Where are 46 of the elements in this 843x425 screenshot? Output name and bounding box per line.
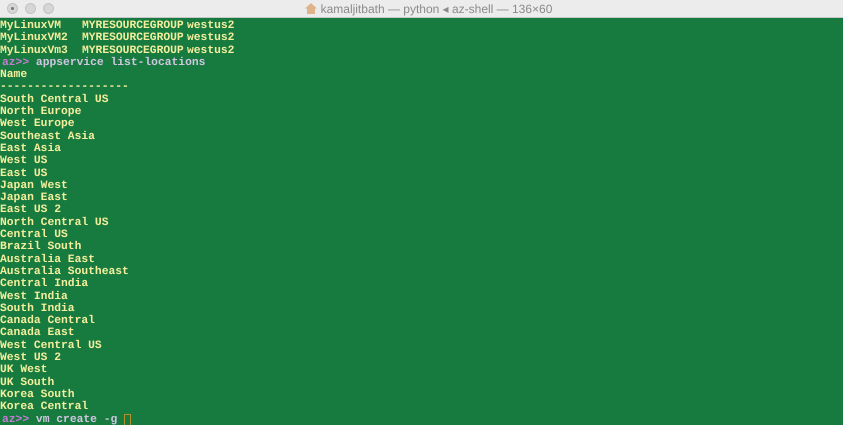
output-text: South India — [0, 302, 75, 315]
output-text: South Central US — [0, 94, 108, 106]
output-text: Korea Central — [0, 401, 88, 414]
table-cell-text: MyLinuxVm3 — [0, 44, 68, 57]
output-text: Canada East — [0, 327, 75, 340]
command-text: appservice list-locations — [36, 56, 206, 70]
table-cell: westus2 — [187, 44, 234, 57]
output-text: UK West — [0, 364, 48, 376]
output-text: Brazil South — [0, 241, 82, 254]
output-text: Southeast Asia — [0, 130, 95, 143]
window-title: kamaljitbath — python ◂ az-shell — 136×60 — [320, 0, 552, 18]
table-cell-text: MYRESOURCEGROUP — [82, 32, 185, 45]
output-text: Name — [0, 69, 28, 82]
table-cell: westus2 — [187, 32, 234, 45]
output-text: Australia East — [0, 254, 95, 266]
output-text: East Asia — [0, 142, 62, 156]
output-text: West India — [0, 290, 68, 303]
output-text: West US — [0, 155, 48, 168]
output-text: Australia Southeast — [0, 266, 129, 278]
table-cell: westus2 — [187, 20, 234, 32]
output-text: West US 2 — [0, 352, 62, 364]
minimize-button[interactable] — [25, 3, 36, 14]
zoom-button[interactable] — [43, 3, 54, 14]
command-text: vm create -g — [36, 414, 118, 425]
output-text: UK South — [0, 376, 54, 389]
output-text: ------------------- — [0, 81, 129, 94]
output-text: Japan West — [0, 180, 68, 192]
close-button[interactable] — [7, 3, 18, 14]
home-icon — [304, 3, 317, 14]
output-text: Central India — [0, 278, 88, 290]
output-text: Central US — [0, 229, 68, 242]
output-text: North Central US — [0, 216, 108, 229]
output-text: West Central US — [0, 340, 102, 352]
table-cell-text: MYRESOURCEGROUP — [82, 20, 185, 32]
table-cell-text: MyLinuxVM — [0, 20, 62, 32]
output-text: North Europe — [0, 106, 82, 118]
table-cell-text: MYRESOURCEGROUP — [82, 44, 184, 57]
table-cell-text: MyLinuxVM2 — [0, 32, 69, 44]
output-text: Canada Central — [0, 315, 95, 328]
output-text: East US — [0, 168, 48, 180]
output-text: West Europe — [0, 118, 75, 130]
prompt-text: az>> — [1, 56, 30, 70]
prompt-text: az>> — [1, 414, 30, 425]
output-text: Korea South — [0, 388, 75, 401]
output-text: Japan East — [0, 192, 68, 204]
output-text: East US 2 — [0, 204, 62, 216]
